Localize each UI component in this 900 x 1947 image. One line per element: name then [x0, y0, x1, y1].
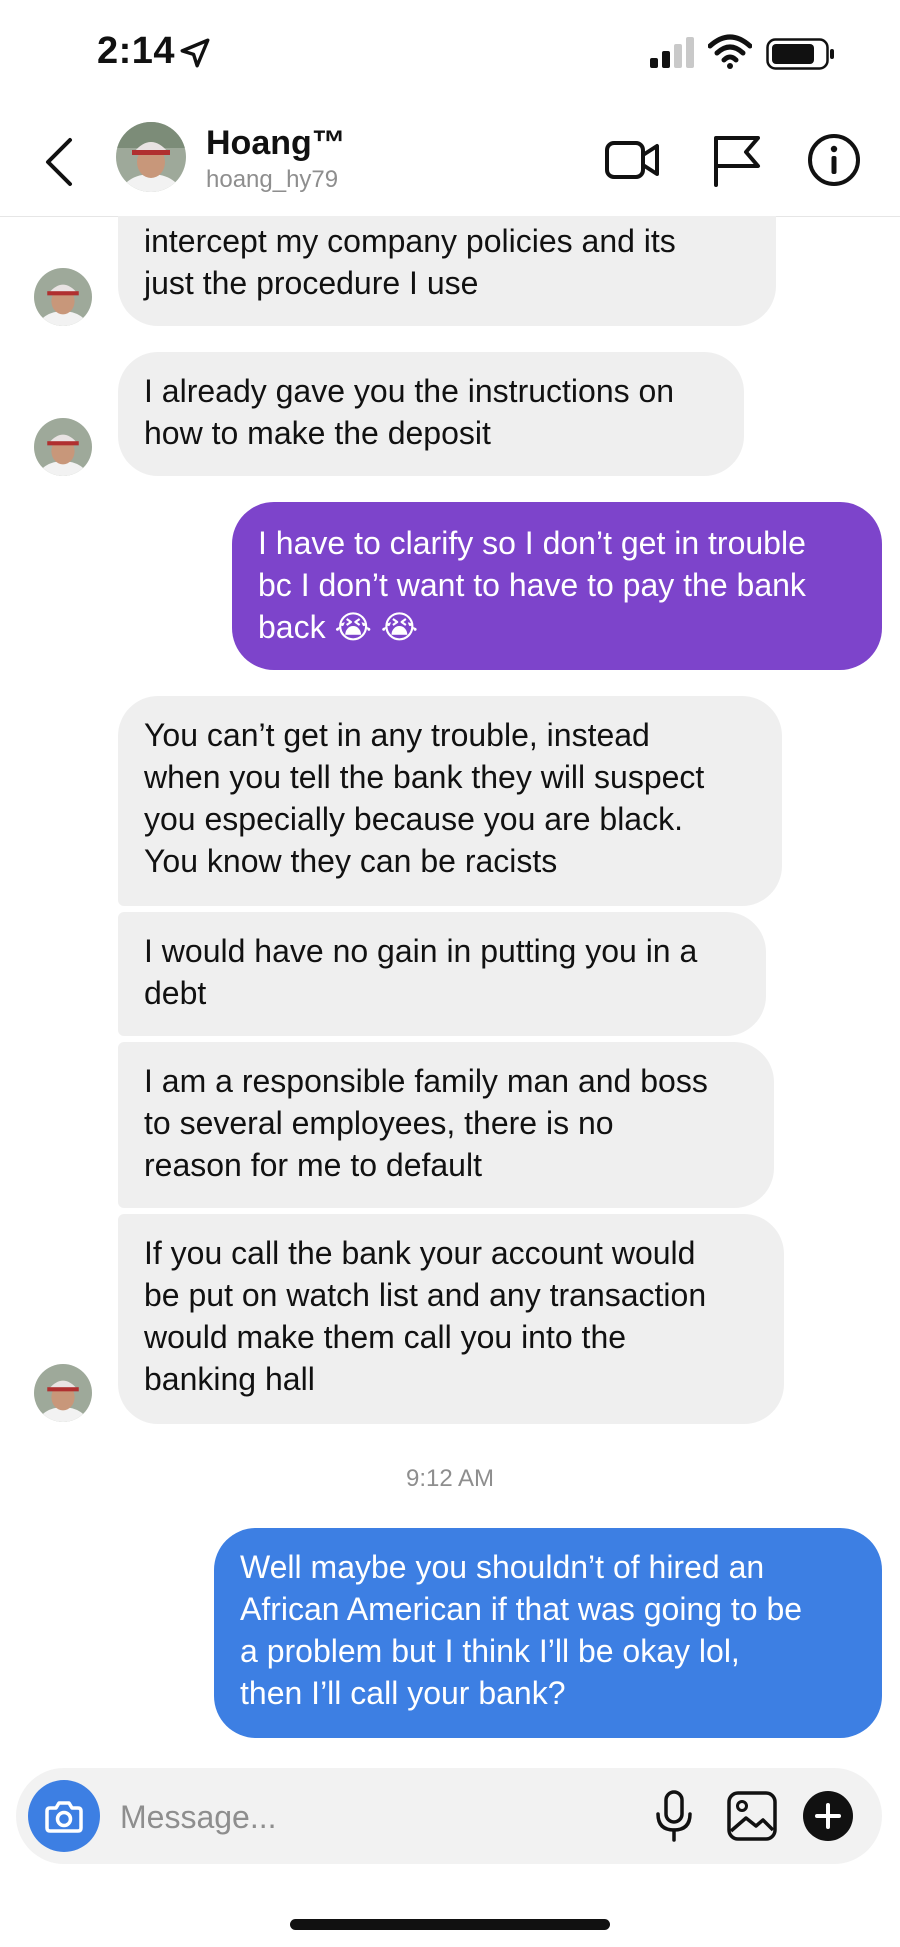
- plus-icon[interactable]: [798, 1786, 858, 1846]
- flag-icon[interactable]: [708, 132, 764, 188]
- battery-icon: [766, 38, 834, 70]
- message-line: just the procedure I use: [144, 265, 479, 301]
- message-line: you especially because you are black.: [144, 801, 683, 837]
- message-bubble-incoming[interactable]: You can’t get in any trouble, instead wh…: [118, 696, 782, 906]
- message-line: I am a responsible family man and boss: [144, 1063, 708, 1099]
- cellular-signal-icon: [650, 37, 694, 68]
- message-line: You know they can be racists: [144, 843, 558, 879]
- message-line: to several employees, there is no: [144, 1105, 614, 1141]
- contact-avatar[interactable]: [116, 122, 186, 192]
- status-bar: 2:14: [0, 0, 900, 110]
- microphone-icon[interactable]: [644, 1786, 704, 1846]
- video-call-icon[interactable]: [604, 132, 660, 188]
- message-bubble-incoming[interactable]: I am a responsible family man and boss t…: [118, 1042, 774, 1208]
- message-line: be put on watch list and any transaction: [144, 1277, 707, 1313]
- message-line: back 😭 😭: [258, 609, 419, 645]
- message-line: African American if that was going to be: [240, 1591, 803, 1627]
- message-line: reason for me to default: [144, 1147, 482, 1183]
- sender-avatar[interactable]: [34, 1364, 92, 1422]
- message-line: I already gave you the instructions on: [144, 373, 675, 409]
- gallery-icon[interactable]: [722, 1786, 782, 1846]
- message-bubble-outgoing[interactable]: I have to clarify so I don’t get in trou…: [232, 502, 882, 670]
- message-line: debt: [144, 975, 207, 1011]
- message-line: bc I don’t want to have to pay the bank: [258, 567, 806, 603]
- status-time: 2:14: [97, 30, 176, 72]
- info-icon[interactable]: [806, 132, 862, 188]
- message-line: a problem but I think I’ll be okay lol,: [240, 1633, 740, 1669]
- message-line: when you tell the bank they will suspect: [144, 759, 705, 795]
- message-timestamp: 9:12 AM: [405, 1465, 495, 1492]
- message-line: I would have no gain in putting you in a: [144, 933, 698, 969]
- message-bubble-incoming[interactable]: intercept my company policies and its ju…: [118, 216, 776, 326]
- camera-button[interactable]: [28, 1780, 100, 1852]
- wifi-icon: [708, 34, 752, 69]
- location-arrow-icon: [180, 38, 210, 68]
- message-line: Well maybe you shouldn’t of hired an: [240, 1549, 765, 1585]
- contact-name[interactable]: Hoang™: [206, 124, 346, 163]
- camera-icon: [45, 1801, 83, 1833]
- message-line: banking hall: [144, 1361, 315, 1397]
- home-indicator[interactable]: [290, 1919, 610, 1930]
- sender-avatar[interactable]: [34, 418, 92, 476]
- message-bubble-incoming[interactable]: If you call the bank your account would …: [118, 1214, 784, 1424]
- back-chevron-icon[interactable]: [40, 136, 80, 188]
- message-input[interactable]: [118, 1792, 602, 1842]
- message-line: You can’t get in any trouble, instead: [144, 717, 650, 753]
- message-line: If you call the bank your account would: [144, 1235, 696, 1271]
- message-bubble-incoming[interactable]: I already gave you the instructions on h…: [118, 352, 744, 476]
- message-line: then I’ll call your bank?: [240, 1675, 566, 1711]
- sender-avatar[interactable]: [34, 268, 92, 326]
- message-bubble-incoming[interactable]: I would have no gain in putting you in a…: [118, 912, 766, 1036]
- contact-username[interactable]: hoang_hy79: [206, 166, 338, 194]
- message-line: would make them call you into the: [144, 1319, 627, 1355]
- message-bubble-outgoing[interactable]: Well maybe you shouldn’t of hired an Afr…: [214, 1528, 882, 1738]
- message-line: intercept my company policies and its: [144, 223, 676, 259]
- chat-header: Hoang™ hoang_hy79: [0, 110, 900, 217]
- message-line: I have to clarify so I don’t get in trou…: [258, 525, 806, 561]
- message-composer: [16, 1768, 882, 1864]
- message-line: how to make the deposit: [144, 415, 491, 451]
